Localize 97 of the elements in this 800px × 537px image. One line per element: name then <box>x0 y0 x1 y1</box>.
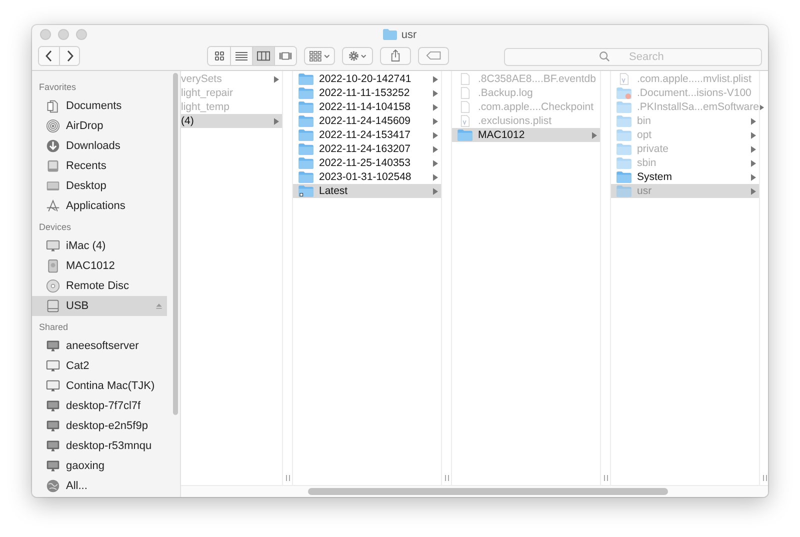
folder-icon <box>298 101 314 113</box>
disc-icon <box>46 279 60 293</box>
minimize-button[interactable] <box>58 29 69 40</box>
file-row[interactable]: Latest <box>293 184 441 198</box>
server-icon <box>46 419 60 433</box>
section-heading: Devices <box>38 221 72 234</box>
sidebar-item[interactable]: USB <box>32 296 167 316</box>
sidebar-item[interactable]: MAC1012 <box>32 256 167 276</box>
sidebar-item[interactable]: Downloads <box>32 136 167 156</box>
folder-icon <box>457 129 473 141</box>
gear-icon <box>346 50 368 62</box>
computer-icon <box>46 359 60 373</box>
desktop-icon <box>46 179 60 193</box>
folder-icon <box>383 29 398 40</box>
group-icon <box>308 50 330 62</box>
downloads-icon <box>46 139 60 153</box>
search-field[interactable]: Search <box>504 48 762 66</box>
columns-view-button[interactable] <box>252 46 274 64</box>
recents-icon <box>46 159 60 173</box>
file-row[interactable]: 2023-01-31-102548 <box>293 170 441 184</box>
sidebar-item[interactable]: gaoxing <box>32 456 167 476</box>
tag-button[interactable] <box>418 46 449 64</box>
sidebar-item[interactable]: Remote Disc <box>32 276 167 296</box>
sidebar-item[interactable]: Cat2 <box>32 356 167 376</box>
eject-icon[interactable] <box>155 302 163 310</box>
search-icon <box>599 50 610 62</box>
file-row[interactable]: (4) <box>181 114 282 128</box>
forward-icon <box>66 50 74 62</box>
zoom-button[interactable] <box>76 29 87 40</box>
share-button[interactable] <box>380 46 411 64</box>
sidebar-item[interactable]: aneesoftserver <box>32 336 167 356</box>
section-heading: Shared <box>38 321 70 334</box>
folder-icon <box>616 143 632 155</box>
sidebar-item[interactable]: iMac (4) <box>32 236 167 256</box>
sidebar-item[interactable]: desktop-e2n5f9p <box>32 416 167 436</box>
server-icon <box>46 439 60 453</box>
disclosure-icon <box>274 118 279 124</box>
sidebar-item[interactable]: Desktop <box>32 176 167 196</box>
disclosure-icon <box>274 76 279 82</box>
folder-icon <box>298 157 314 169</box>
network-icon <box>46 479 60 493</box>
action-button[interactable] <box>342 46 373 64</box>
server-icon <box>46 399 60 413</box>
sidebar-item[interactable]: desktop-r53mnqu <box>32 436 167 456</box>
file-row[interactable]: 2022-11-24-163207 <box>293 142 441 156</box>
folder-icon <box>298 115 314 127</box>
file-row[interactable]: 2022-11-24-145609 <box>293 114 441 128</box>
window-title: usr <box>401 28 417 40</box>
folder-icon <box>616 185 632 197</box>
applications-icon <box>46 199 60 213</box>
gallery-view-button[interactable] <box>274 46 296 64</box>
disclosure-icon <box>592 132 597 138</box>
folder-icon <box>298 143 314 155</box>
sidebar-item[interactable]: All... <box>32 476 167 496</box>
folder-icon <box>616 171 632 183</box>
folder-icon <box>298 171 314 183</box>
sidebar-item[interactable]: desktop-7f7cl7f <box>32 396 167 416</box>
file-row[interactable]: MAC1012 <box>452 128 600 142</box>
sidebar-item[interactable]: Contina Mac(TJK) <box>32 376 167 396</box>
back-icon <box>45 50 53 62</box>
server-icon <box>46 459 60 473</box>
horizontal-scrollbar[interactable] <box>181 485 768 497</box>
file-row[interactable]: System <box>611 170 759 184</box>
drive-icon <box>46 299 60 313</box>
folder-icon <box>298 73 314 85</box>
sidebar-item[interactable]: Recents <box>32 156 167 176</box>
file-row[interactable]: 2022-11-24-153417 <box>293 128 441 142</box>
file-row[interactable]: 2022-11-11-153252 <box>293 86 441 100</box>
close-button[interactable] <box>40 29 51 40</box>
folder-icon <box>616 157 632 169</box>
forward-button[interactable] <box>59 46 79 64</box>
list-icon <box>235 50 248 60</box>
file-row[interactable]: 2022-11-25-140353 <box>293 156 441 170</box>
folder-icon <box>616 87 632 99</box>
folder-icon <box>616 115 632 127</box>
sidebar-item[interactable]: Applications <box>32 196 167 216</box>
tag-icon <box>426 51 442 60</box>
server-icon <box>46 339 60 353</box>
gallery-icon <box>279 50 292 60</box>
folder-icon <box>298 129 314 141</box>
file-row[interactable]: 2022-11-14-104158 <box>293 100 441 114</box>
sidebar-item[interactable]: Documents <box>32 96 167 116</box>
computer-icon <box>46 379 60 393</box>
group-button[interactable] <box>304 46 335 64</box>
folder-icon <box>298 87 314 99</box>
folder-icon <box>298 185 314 197</box>
airdrop-icon <box>46 119 60 133</box>
folder-icon <box>616 101 632 113</box>
share-icon <box>390 49 401 62</box>
grid-icon <box>212 50 226 60</box>
folder-icon <box>616 129 632 141</box>
sidebar-item[interactable]: AirDrop <box>32 116 167 136</box>
imac-icon <box>46 239 60 253</box>
section-heading: Favorites <box>38 81 78 94</box>
file-row[interactable]: 2022-10-20-142741 <box>293 72 441 86</box>
documents-icon <box>46 99 60 113</box>
columns-icon <box>257 50 270 60</box>
